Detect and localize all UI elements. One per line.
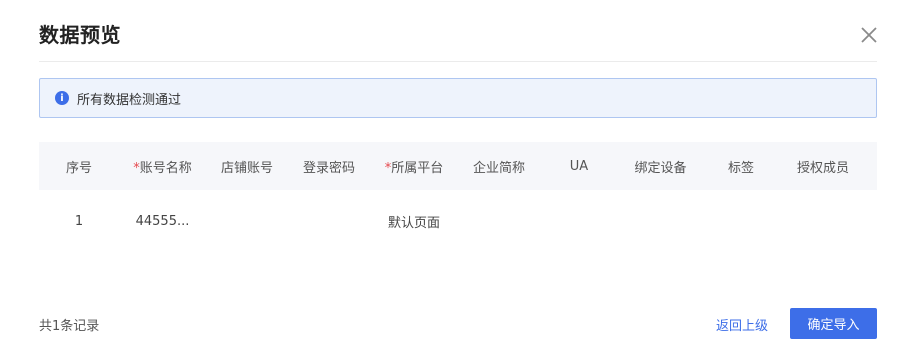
column-header-label: 店铺账号 <box>220 160 273 176</box>
close-icon[interactable] <box>859 25 879 45</box>
data-preview-modal: 数据预览 i 所有数据检测通过 序号 *账号名称 店铺账号 登录密码 *所属平台 企业简称… <box>0 0 914 355</box>
column-header: 绑定设备 <box>618 157 703 176</box>
column-header-label: 绑定设备 <box>634 160 687 176</box>
record-count: 共1条记录 <box>39 319 100 334</box>
column-header: 企业简称 <box>458 157 540 176</box>
table-body: 1 44555... 默认页面 <box>39 190 877 252</box>
column-header-label: 所属平台 <box>391 160 444 176</box>
header-divider <box>39 61 877 62</box>
info-icon: i <box>55 91 69 105</box>
column-header: 授权成员 <box>779 157 867 176</box>
column-header: 标签 <box>703 157 779 176</box>
table-cell: 44555... <box>135 213 190 229</box>
column-header-label: 标签 <box>727 160 754 176</box>
column-header-label: 账号名称 <box>139 160 192 176</box>
preview-table: 序号 *账号名称 店铺账号 登录密码 *所属平台 企业简称 UA 绑定设备 标签 授权成员 1 44… <box>39 142 877 252</box>
column-header: 序号 <box>39 157 119 176</box>
column-header-label: 授权成员 <box>796 160 849 176</box>
alert-message: 所有数据检测通过 <box>77 92 182 108</box>
column-header: UA <box>540 159 618 174</box>
success-alert: i 所有数据检测通过 <box>39 78 877 118</box>
column-header-label: UA <box>569 158 589 174</box>
column-header-label: 企业简称 <box>472 160 525 176</box>
column-header: *账号名称 <box>119 157 206 176</box>
column-header-label: 登录密码 <box>302 160 355 176</box>
modal-title: 数据预览 <box>39 23 121 47</box>
column-header: *所属平台 <box>370 157 458 176</box>
column-header: 店铺账号 <box>206 157 288 176</box>
column-header: 登录密码 <box>288 157 370 176</box>
confirm-import-button[interactable]: 确定导入 <box>790 308 877 339</box>
table-row: 1 44555... 默认页面 <box>39 190 877 252</box>
table-cell: 1 <box>74 213 84 229</box>
column-header-label: 序号 <box>65 160 92 176</box>
table-cell: 默认页面 <box>387 215 440 231</box>
back-button[interactable]: 返回上级 <box>716 315 768 334</box>
table-header: 序号 *账号名称 店铺账号 登录密码 *所属平台 企业简称 UA 绑定设备 标签 授权成员 <box>39 142 877 190</box>
